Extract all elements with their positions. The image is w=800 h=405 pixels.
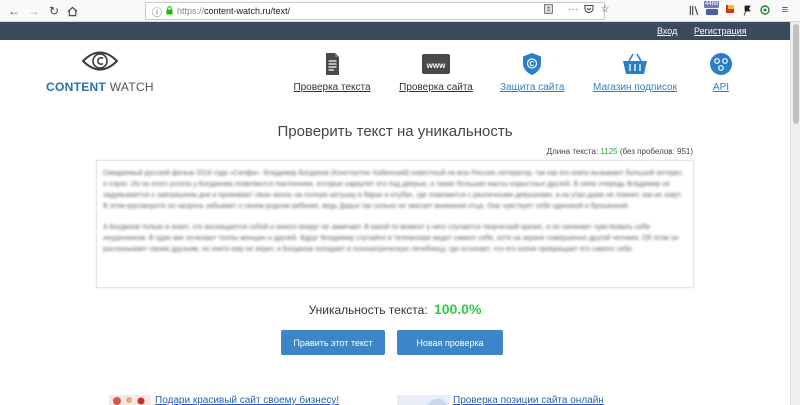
extension-green-icon[interactable] bbox=[760, 3, 770, 17]
login-link[interactable]: Вход bbox=[657, 26, 677, 36]
forward-icon[interactable]: → bbox=[26, 3, 42, 19]
menu-label-site-check[interactable]: Проверка сайта bbox=[397, 82, 475, 93]
eye-logo-icon bbox=[82, 51, 118, 71]
flag-icon[interactable] bbox=[726, 3, 734, 17]
reader-view-icon[interactable] bbox=[541, 2, 555, 16]
pocket-icon[interactable] bbox=[582, 2, 596, 16]
shield-icon bbox=[523, 53, 541, 75]
new-check-button[interactable]: Новая проверка bbox=[397, 330, 503, 355]
text-length-info: Длина текста: 1125 (без пробелов: 951) bbox=[547, 147, 693, 156]
checked-text-area[interactable]: Ожидаемый русский фильм 2018 года «Селфи… bbox=[96, 160, 694, 288]
browser-toolbar: ← → ↻ ⓘ https://content-watch.ru/text/ ·… bbox=[0, 0, 800, 22]
menu-label-subscription-shop[interactable]: Магазин подписок bbox=[590, 82, 680, 93]
www-icon: www bbox=[422, 54, 450, 74]
text-paragraph: А Богданов только и знает, что восхищает… bbox=[103, 224, 679, 253]
api-icon bbox=[710, 53, 732, 75]
logo-text-content: CONTENT bbox=[46, 80, 107, 94]
info-icon[interactable]: ⓘ bbox=[152, 4, 162, 19]
text-paragraph: Ожидаемый русский фильм 2018 года «Селфи… bbox=[103, 170, 683, 210]
menu-label-text-check[interactable]: Проверка текста bbox=[292, 82, 372, 93]
menu-label-api[interactable]: API bbox=[706, 82, 736, 93]
back-icon[interactable]: ← bbox=[6, 3, 22, 19]
promo-image bbox=[397, 395, 449, 405]
top-user-bar: Вход Регистрация bbox=[0, 22, 790, 40]
logo-text: CONTENT WATCH bbox=[46, 80, 154, 94]
promo-link-left[interactable]: Подари красивый сайт своему бизнесу! bbox=[155, 395, 339, 405]
menu-item-site-check[interactable]: www Проверка сайта bbox=[397, 52, 475, 93]
extension-badge-icon[interactable]: 4468 bbox=[704, 1, 720, 15]
edit-text-button[interactable]: Править этот текст bbox=[281, 330, 385, 355]
address-bar[interactable]: ⓘ https://content-watch.ru/text/ bbox=[145, 2, 605, 20]
text-length-no-spaces: (без пробелов: 951) bbox=[619, 147, 693, 156]
scrollbar-thumb[interactable] bbox=[793, 24, 799, 124]
reload-icon[interactable]: ↻ bbox=[46, 3, 62, 19]
pin-icon[interactable] bbox=[742, 3, 752, 17]
basket-icon bbox=[623, 53, 647, 74]
extension-badge-count: 4468 bbox=[704, 1, 720, 8]
library-icon[interactable] bbox=[688, 3, 700, 17]
menu-item-site-protection[interactable]: Защита сайта bbox=[500, 52, 564, 93]
menu-icon[interactable]: ≡ bbox=[778, 3, 792, 17]
text-length-label: Длина текста: bbox=[546, 147, 599, 156]
menu-label-site-protection[interactable]: Защита сайта bbox=[500, 82, 564, 93]
url-protocol: https:// bbox=[177, 6, 205, 16]
menu-item-text-check[interactable]: Проверка текста bbox=[292, 52, 372, 93]
promo-link-right[interactable]: Проверка позиции сайта онлайн bbox=[453, 395, 604, 405]
home-icon[interactable] bbox=[64, 3, 80, 19]
promo-banner-left[interactable]: Подари красивый сайт своему бизнесу! bbox=[109, 395, 389, 405]
page-title: Проверить текст на уникальность bbox=[277, 123, 513, 140]
logo-text-watch: WATCH bbox=[106, 80, 154, 94]
register-link[interactable]: Регистрация bbox=[694, 26, 747, 36]
menu-item-api[interactable]: API bbox=[706, 52, 736, 93]
uniqueness-value: 100.0% bbox=[433, 301, 482, 317]
uniqueness-label: Уникальность текста: bbox=[308, 303, 428, 317]
document-icon bbox=[326, 53, 339, 75]
uniqueness-result: Уникальность текста: 100.0% bbox=[0, 301, 790, 317]
site-logo[interactable]: CONTENT WATCH bbox=[46, 48, 156, 98]
promo-banner-right[interactable]: Проверка позиции сайта онлайн bbox=[397, 395, 657, 405]
page-scrollbar[interactable] bbox=[790, 22, 800, 405]
url-text: content-watch.ru/text/ bbox=[204, 6, 291, 16]
text-length-value: 1125 bbox=[600, 147, 618, 156]
more-actions-icon[interactable]: ··· bbox=[566, 2, 580, 16]
promo-image bbox=[109, 395, 151, 405]
svg-text:www: www bbox=[426, 61, 446, 70]
menu-item-subscription-shop[interactable]: Магазин подписок bbox=[590, 52, 680, 93]
bookmark-star-icon[interactable]: ☆ bbox=[598, 2, 612, 16]
lock-icon bbox=[166, 5, 173, 17]
